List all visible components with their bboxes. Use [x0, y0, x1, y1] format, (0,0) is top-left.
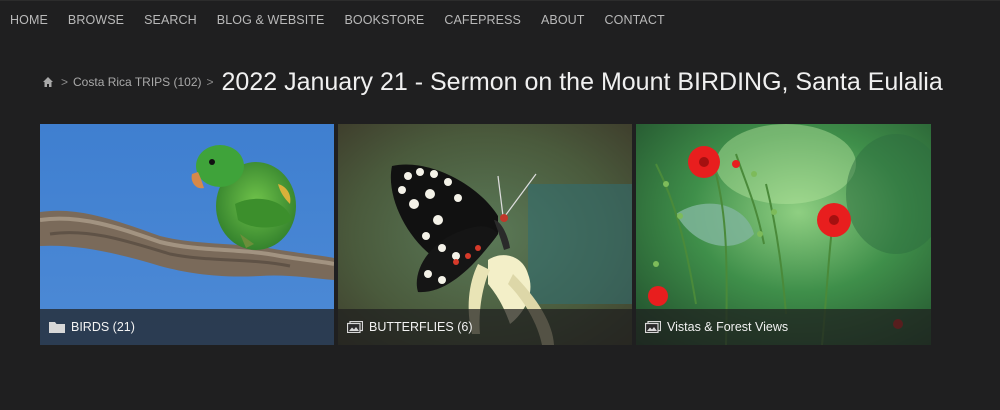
home-icon[interactable] [42, 76, 54, 88]
nav-blog-website[interactable]: BLOG & WEBSITE [217, 13, 325, 27]
gallery-icon [347, 321, 363, 333]
tile-caption: Vistas & Forest Views [636, 309, 931, 345]
nav-home[interactable]: HOME [10, 13, 48, 27]
gallery-grid: BIRDS (21) BUTTERFLIES (6) Vistas & Fore… [40, 124, 931, 345]
nav-cafepress[interactable]: CAFEPRESS [444, 13, 521, 27]
tile-caption: BUTTERFLIES (6) [338, 309, 632, 345]
gallery-tile-vistas[interactable]: Vistas & Forest Views [636, 124, 931, 345]
breadcrumb: > Costa Rica TRIPS (102) > 2022 January … [42, 64, 943, 100]
top-navigation: HOME BROWSE SEARCH BLOG & WEBSITE BOOKST… [0, 0, 1000, 39]
tile-label: Vistas & Forest Views [667, 320, 789, 334]
nav-about[interactable]: ABOUT [541, 13, 585, 27]
breadcrumb-separator: > [61, 75, 69, 89]
nav-contact[interactable]: CONTACT [605, 13, 665, 27]
nav-browse[interactable]: BROWSE [68, 13, 124, 27]
gallery-tile-birds[interactable]: BIRDS (21) [40, 124, 334, 345]
tile-caption: BIRDS (21) [40, 309, 334, 345]
gallery-icon [645, 321, 661, 333]
folder-icon [49, 322, 65, 333]
page-title: 2022 January 21 - Sermon on the Mount BI… [221, 67, 943, 96]
gallery-tile-butterflies[interactable]: BUTTERFLIES (6) [338, 124, 632, 345]
nav-search[interactable]: SEARCH [144, 13, 197, 27]
breadcrumb-separator: > [206, 75, 214, 89]
tile-label: BIRDS (21) [71, 320, 135, 334]
tile-label: BUTTERFLIES (6) [369, 320, 473, 334]
breadcrumb-parent-link[interactable]: Costa Rica TRIPS (102) [73, 75, 202, 89]
nav-bookstore[interactable]: BOOKSTORE [344, 13, 424, 27]
